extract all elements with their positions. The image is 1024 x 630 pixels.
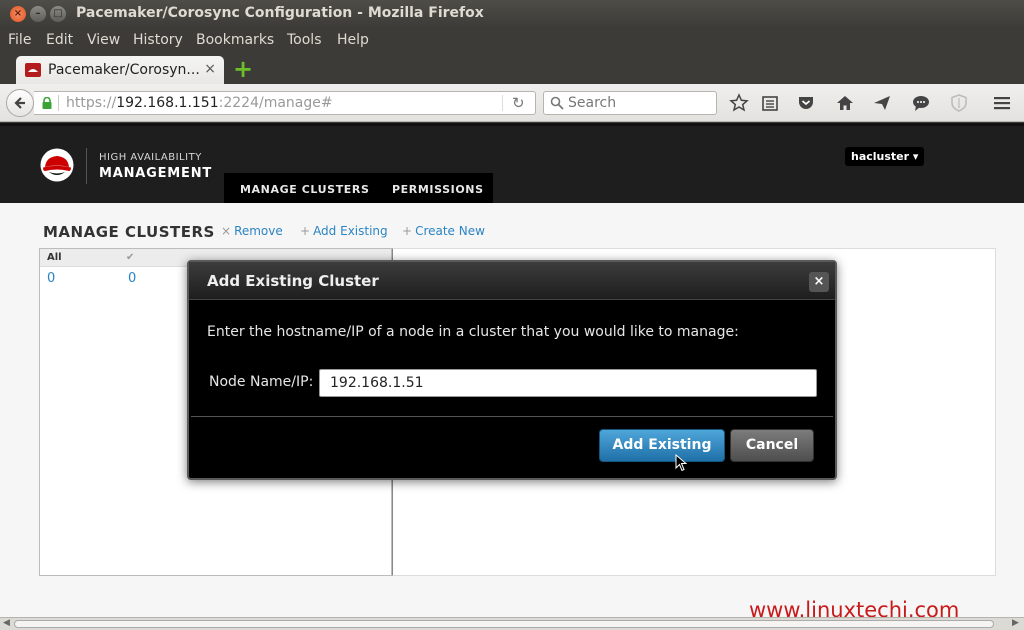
node-name-input[interactable] — [319, 369, 817, 397]
dialog-title: Add Existing Cluster — [207, 272, 379, 290]
url-separator — [58, 95, 59, 111]
count-ok[interactable]: 0 — [128, 271, 136, 286]
back-button[interactable] — [6, 89, 34, 117]
hamburger-menu-icon[interactable] — [992, 93, 1012, 113]
count-all[interactable]: 0 — [47, 271, 55, 286]
navigation-toolbar: https://192.168.1.151:2224/manage# ↻ — [0, 84, 1024, 122]
user-menu-button[interactable]: hacluster ▾ — [845, 147, 925, 166]
nav-permissions[interactable]: PERMISSIONS — [392, 183, 484, 196]
url-separator-right — [502, 95, 503, 111]
create-new-link[interactable]: + Create New — [402, 224, 485, 238]
menu-bookmarks[interactable]: Bookmarks — [196, 32, 274, 48]
add-existing-button[interactable]: Add Existing — [599, 429, 725, 462]
redhat-favicon-icon — [25, 63, 41, 77]
cancel-button[interactable]: Cancel — [730, 429, 814, 462]
dialog-header: Add Existing Cluster × — [189, 262, 835, 300]
dialog-description: Enter the hostname/IP of a node in a clu… — [207, 324, 739, 340]
chat-icon[interactable] — [911, 93, 931, 113]
menu-tools[interactable]: Tools — [287, 32, 322, 48]
window-close-button[interactable]: × — [10, 6, 26, 22]
tab-close-icon[interactable]: × — [204, 61, 216, 77]
add-existing-link[interactable]: + Add Existing — [300, 224, 388, 238]
remove-link[interactable]: × Remove — [221, 224, 283, 238]
redhat-logo-icon — [40, 148, 74, 182]
app-header: HIGH AVAILABILITY MANAGEMENT hacluster ▾… — [0, 123, 1024, 206]
arrow-left-icon — [14, 97, 25, 109]
add-existing-cluster-dialog: Add Existing Cluster × Enter the hostnam… — [187, 260, 837, 480]
app-nav: MANAGE CLUSTERS PERMISSIONS — [224, 173, 493, 206]
logo-divider — [86, 148, 87, 184]
menu-edit[interactable]: Edit — [46, 32, 73, 48]
dialog-close-icon[interactable]: × — [809, 272, 829, 292]
scroll-right-icon[interactable]: ▶ — [1012, 618, 1019, 628]
home-icon[interactable] — [835, 93, 855, 113]
brand-title: MANAGEMENT — [99, 166, 213, 181]
horizontal-scrollbar[interactable]: ◀ ▶ — [0, 617, 1024, 630]
window-title: Pacemaker/Corosync Configuration - Mozil… — [76, 5, 484, 21]
page-title: MANAGE CLUSTERS — [43, 223, 215, 241]
search-bar[interactable] — [543, 91, 717, 115]
menu-view[interactable]: View — [87, 32, 120, 48]
tab-strip: Pacemaker/Corosyn... × + — [0, 54, 1024, 84]
search-input[interactable] — [568, 94, 708, 112]
pocket-icon[interactable] — [796, 93, 816, 113]
window-titlebar: × – □ Pacemaker/Corosync Configuration -… — [0, 0, 1024, 28]
nav-manage-clusters[interactable]: MANAGE CLUSTERS — [240, 183, 370, 196]
brand-subtitle: HIGH AVAILABILITY — [99, 152, 202, 163]
new-tab-button[interactable]: + — [232, 57, 254, 81]
reload-icon[interactable]: ↻ — [512, 94, 525, 112]
scrollbar-thumb[interactable] — [14, 620, 994, 628]
dialog-divider — [191, 416, 833, 417]
window-minimize-button[interactable]: – — [30, 6, 46, 22]
scroll-left-icon[interactable]: ◀ — [3, 618, 10, 628]
browser-tab[interactable]: Pacemaker/Corosyn... × — [16, 56, 224, 84]
search-icon — [550, 96, 564, 110]
menu-file[interactable]: File — [8, 32, 31, 48]
lock-icon — [42, 97, 52, 109]
shield-icon[interactable] — [949, 93, 969, 113]
column-ok-icon[interactable]: ✔ — [126, 252, 134, 263]
tab-title: Pacemaker/Corosyn... — [48, 62, 200, 78]
menu-help[interactable]: Help — [337, 32, 369, 48]
url-text[interactable]: https://192.168.1.151:2224/manage# — [66, 95, 333, 111]
mouse-cursor-icon — [675, 454, 687, 472]
window-maximize-button[interactable]: □ — [50, 6, 66, 22]
menu-history[interactable]: History — [133, 32, 183, 48]
bookmark-star-icon[interactable] — [729, 93, 749, 113]
menu-bar: File Edit View History Bookmarks Tools H… — [0, 28, 1024, 54]
address-bar[interactable]: https://192.168.1.151:2224/manage# ↻ — [34, 91, 536, 115]
bookmarks-library-icon[interactable] — [760, 93, 780, 113]
column-all[interactable]: All — [47, 252, 62, 263]
send-icon[interactable] — [872, 93, 892, 113]
node-name-label: Node Name/IP: — [209, 374, 314, 390]
